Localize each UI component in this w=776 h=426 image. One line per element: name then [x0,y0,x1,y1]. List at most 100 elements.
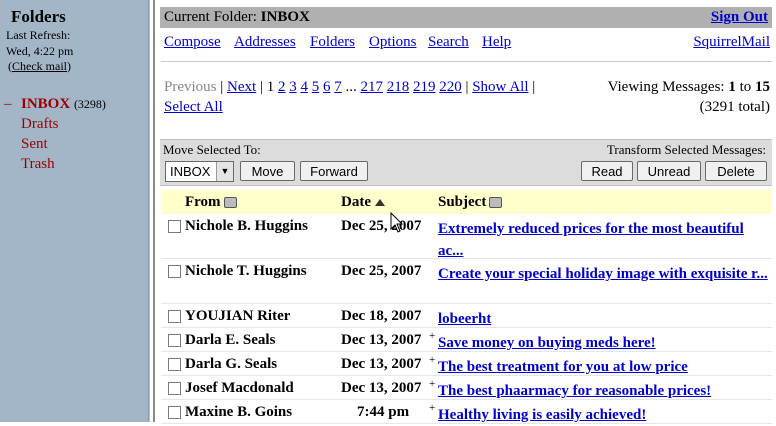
mouse-pointer-icon [390,212,404,233]
options-link[interactable]: Options [369,34,417,51]
page-link[interactable]: 5 [312,79,320,95]
message-date: Dec 13, 2007 [341,332,422,348]
squirrelmail-link[interactable]: SquirrelMail [693,34,770,51]
message-checkbox[interactable] [168,334,181,347]
active-folder-marker: – [4,96,12,112]
check-mail-link[interactable]: Check mail [12,59,67,73]
sign-out-link[interactable]: Sign Out [711,9,768,26]
page-link[interactable]: 220 [439,79,462,95]
sort-ascending-icon[interactable] [375,199,385,207]
message-row[interactable]: Nichole B. Huggins Dec 25, 2007 Extremel… [161,214,772,259]
message-from: YOUJIAN Riter [185,308,291,324]
main-menu: Compose Addresses Folders Options Search… [164,34,770,54]
folders-link[interactable]: Folders [310,34,355,51]
addresses-link[interactable]: Addresses [234,34,296,51]
message-row[interactable]: Maxine B. Goins 7:44 pm + Healthy living… [161,400,772,424]
viewing-messages: Viewing Messages: 1 to 15 (3291 total) [608,77,770,117]
forward-button[interactable]: Forward [300,161,368,181]
message-row[interactable]: Darla G. Seals Dec 13, 2007 + The best t… [161,352,772,376]
message-row[interactable]: YOUJIAN Riter Dec 18, 2007 lobeerht [161,304,772,328]
compose-link[interactable]: Compose [164,34,221,51]
folder-select-value: INBOX [170,164,211,179]
message-checkbox[interactable] [168,220,181,233]
subject-header-label[interactable]: Subject [438,194,486,210]
page-link[interactable]: 6 [323,79,331,95]
page-link[interactable]: 219 [413,79,436,95]
show-all-link[interactable]: Show All [472,79,528,95]
message-checkbox[interactable] [168,310,181,323]
sort-toggle-icon[interactable] [223,197,237,209]
unread-button[interactable]: Unread [637,161,701,181]
folder-name[interactable]: Drafts [21,116,59,133]
message-subject-link[interactable]: Create your special holiday image with e… [438,263,768,285]
message-checkbox[interactable] [168,358,181,371]
last-refresh-label: Last Refresh: [6,28,71,42]
current-page: 1 [266,79,275,95]
page-link[interactable]: 2 [278,79,286,95]
message-from: Nichole B. Huggins [185,218,308,234]
current-folder-label: Current Folder: [164,9,257,25]
next-link[interactable]: Next [227,79,256,95]
date-header[interactable]: Date [341,194,385,211]
from-header-label[interactable]: From [185,194,221,210]
from-header[interactable]: From [185,194,237,211]
divider-line [161,61,772,62]
page-link[interactable]: 218 [387,79,410,95]
pagination: Previous | Next | 1 2 3 4 5 6 7 ... 217 … [164,79,536,115]
page-link[interactable]: 7 [334,79,342,95]
page-link[interactable]: 4 [300,79,308,95]
message-flag: + [429,402,436,414]
message-from: Darla G. Seals [185,356,278,372]
sort-toggle-icon[interactable] [489,197,503,209]
message-checkbox[interactable] [168,406,181,419]
message-row[interactable]: Josef Macdonald Dec 13, 2007 + The best … [161,376,772,400]
folder-name[interactable]: Sent [21,136,48,153]
folder-name[interactable]: Trash [21,156,55,173]
current-folder-name: INBOX [260,9,310,25]
message-subject-link[interactable]: Save money on buying meds here! [438,332,768,354]
page-link[interactable]: 3 [289,79,297,95]
message-from: Maxine B. Goins [185,404,293,420]
date-header-label[interactable]: Date [341,194,371,210]
select-all-link[interactable]: Select All [164,99,223,115]
dropdown-arrow-icon[interactable]: ▼ [216,162,233,181]
frame-divider[interactable] [149,0,155,422]
viewing-to: 15 [755,79,770,95]
viewing-to-word: to [739,79,752,95]
message-flag: + [429,378,436,390]
message-row[interactable]: Nichole T. Huggins Dec 25, 2007 Create y… [161,259,772,304]
page-link[interactable]: 217 [360,79,383,95]
message-date: Dec 25, 2007 [341,263,422,279]
folder-select[interactable]: INBOX ▼ [165,161,234,182]
last-refresh-time: Wed, 4:22 pm [6,44,74,58]
help-link[interactable]: Help [482,34,511,51]
delete-button[interactable]: Delete [705,161,767,181]
message-subject-link[interactable]: Healthy living is easily achieved! [438,404,768,426]
message-subject-link[interactable]: Extremely reduced prices for the most be… [438,218,768,262]
message-subject-link[interactable]: The best phaarmacy for reasonable prices… [438,380,768,402]
message-checkbox[interactable] [168,382,181,395]
folders-title: Folders [11,7,66,26]
move-button[interactable]: Move [240,161,295,181]
read-button[interactable]: Read [581,161,633,181]
message-from: Josef Macdonald [185,380,294,396]
viewing-from: 1 [728,79,736,95]
pager-ellipsis: ... [345,79,357,95]
message-list-header: From Date Subject [161,190,772,214]
message-subject-link[interactable]: The best treatment for you at low price [438,356,768,378]
folder-count: (3298) [73,97,106,111]
previous-link: Previous [164,79,217,95]
message-subject-link[interactable]: lobeerht [438,308,768,330]
search-link[interactable]: Search [428,34,469,51]
message-from: Nichole T. Huggins [185,263,307,279]
message-from: Darla E. Seals [185,332,276,348]
message-checkbox[interactable] [168,265,181,278]
current-folder: Current Folder: INBOX [164,9,310,26]
message-flag: + [429,330,436,342]
folder-name[interactable]: INBOX [21,96,70,112]
message-row[interactable]: Darla E. Seals Dec 13, 2007 + Save money… [161,328,772,352]
message-list: From Date Subject Nichole B. Huggins Dec… [161,190,772,424]
subject-header[interactable]: Subject [438,194,503,211]
viewing-label: Viewing Messages: [607,79,725,95]
transform-label: Transform Selected Messages: [606,142,766,157]
